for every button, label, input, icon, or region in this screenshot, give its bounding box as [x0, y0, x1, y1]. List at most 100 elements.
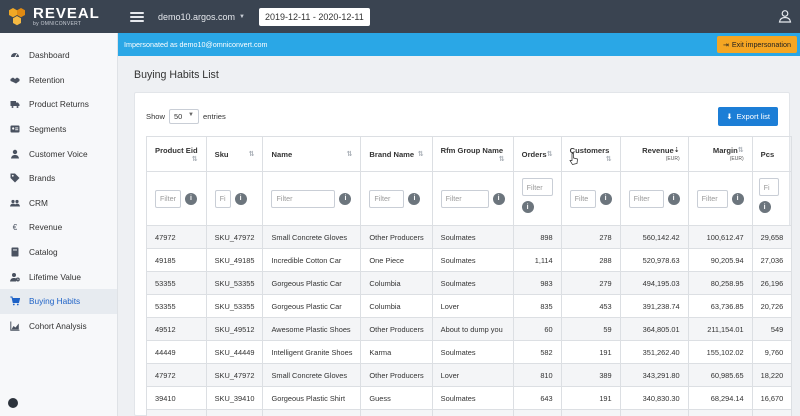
table-cell: 53355 — [146, 271, 207, 295]
sort-icon: ⇅ — [191, 155, 198, 163]
sidebar-item-product-returns[interactable]: Product Returns — [0, 92, 117, 117]
table-cell: 343,291.80 — [619, 363, 689, 387]
top-bar: REVEAL by OMNICONVERT demo10.argos.com ▼… — [0, 0, 800, 33]
column-header-brand-name[interactable]: Brand Name ⇅ — [360, 136, 433, 172]
sidebar-item-retention[interactable]: Retention — [0, 68, 117, 93]
sort-icon: ⇅ — [346, 150, 353, 158]
book-icon — [10, 247, 20, 257]
table-cell: Small Concrete Gloves — [262, 363, 362, 387]
info-icon[interactable]: i — [667, 192, 680, 205]
table-cell: 29,658 — [751, 225, 793, 249]
filter-cell: i — [431, 171, 514, 226]
column-header-pcs[interactable]: Pcs — [751, 136, 793, 172]
column-header-product-eid[interactable]: Product Eid ⇅ — [146, 136, 207, 172]
sort-desc-icon: ⇣ — [673, 147, 680, 154]
table-row[interactable]: 49512 SKU_49512 Awesome Plastic Shoes Other… — [146, 317, 793, 341]
info-icon[interactable]: i — [234, 192, 247, 205]
info-icon[interactable]: i — [758, 201, 771, 213]
chevron-down-icon: ▼ — [188, 112, 194, 118]
info-icon[interactable]: i — [492, 192, 505, 205]
info-icon[interactable]: i — [185, 192, 197, 205]
export-list-button[interactable]: ⬇ Export list — [718, 107, 778, 126]
table-cell: Small Concrete Gloves — [262, 225, 362, 249]
table-row[interactable]: 39410 SKU_39410 Gorgeous Plastic Shirt Gues… — [146, 386, 793, 410]
table-cell: Intelligent Granite Shoes — [262, 340, 362, 364]
buying-habits-card: Show 50 ▼ entries ⬇ Export list Product … — [134, 92, 793, 416]
filter-input-sku[interactable] — [214, 189, 231, 208]
table-row[interactable]: 44449 SKU_44449 Intelligent Granite Shoes K… — [146, 340, 793, 364]
table-cell: Soulmates — [431, 340, 514, 364]
filter-input-rfm-group[interactable] — [440, 189, 489, 208]
column-header-name[interactable]: Name ⇅ — [262, 136, 362, 172]
hexagon-logo-icon — [6, 6, 28, 28]
table-cell: Gorgeous Plastic Shirt — [262, 386, 362, 410]
table-cell: 155,102.02 — [687, 340, 753, 364]
column-header-orders[interactable]: Orders ⇅ — [512, 136, 562, 172]
sidebar-item-label: Product Returns — [29, 99, 89, 110]
entries-select[interactable]: 50 ▼ — [169, 109, 199, 124]
sidebar-item-dashboard[interactable]: Dashboard — [0, 43, 117, 68]
table-row[interactable]: 49185SKU_49185Incredible Cotton CarOne P… — [146, 248, 793, 272]
table-cell: 49512 — [146, 317, 207, 341]
table-cell: 68,294.14 — [687, 386, 753, 410]
info-icon[interactable]: i — [339, 192, 352, 205]
filter-cell: i — [205, 171, 264, 226]
column-label: Pcs — [760, 149, 775, 159]
sidebar-item-crm[interactable]: CRM — [0, 191, 117, 216]
exit-impersonation-button[interactable]: ⇥ Exit impersonation — [717, 36, 797, 53]
column-label: Sku — [214, 149, 229, 159]
table-cell: 59 — [560, 317, 621, 341]
filter-input-customers[interactable] — [569, 189, 596, 208]
filter-input-product-eid[interactable] — [155, 189, 181, 208]
sidebar-item-cohort-analysis[interactable]: Cohort Analysis — [0, 314, 117, 339]
date-range-picker[interactable]: 2019-12-11 - 2020-12-11 — [259, 7, 370, 26]
impersonation-banner: Impersonated as demo10@omniconvert.com ⇥… — [118, 33, 800, 56]
table-cell: Incredible Cotton Car — [262, 248, 362, 272]
column-unit: (EUR) — [729, 156, 744, 162]
filter-input-margin[interactable] — [696, 189, 728, 208]
site-selector[interactable]: demo10.argos.com ▼ — [158, 12, 245, 22]
sidebar-item-segments[interactable]: Segments — [0, 117, 117, 142]
entries-value: 50 — [174, 112, 183, 121]
column-header-revenue[interactable]: Revenue ⇣ (EUR) — [619, 136, 689, 172]
info-icon[interactable]: i — [408, 192, 421, 205]
table-row[interactable]: 53355 SKU_53355 Gorgeous Plastic Car Columb… — [146, 271, 793, 295]
help-chat-icon[interactable] — [8, 398, 18, 408]
sidebar-item-customer-voice[interactable]: Customer Voice — [0, 141, 117, 166]
id-card-icon — [10, 124, 20, 134]
table-cell: One Piece — [360, 248, 433, 272]
handshake-icon — [10, 75, 20, 85]
info-icon[interactable]: i — [521, 201, 534, 213]
table-row[interactable]: 47972 SKU_47972 Small Concrete Gloves Other… — [146, 225, 793, 249]
sidebar-item-lifetime-value[interactable]: Lifetime Value — [0, 264, 117, 289]
column-header-sku[interactable]: Sku ⇅ — [205, 136, 264, 172]
user-account-icon[interactable] — [778, 9, 792, 23]
filter-input-name[interactable] — [271, 189, 336, 208]
info-icon[interactable]: i — [599, 192, 612, 205]
sidebar-item-buying-habits[interactable]: Buying Habits — [0, 288, 117, 314]
column-header-rfm-group-name[interactable]: Rfm Group Name ⇅ — [431, 136, 514, 172]
filter-input-revenue[interactable] — [628, 189, 664, 208]
sidebar-item-label: Dashboard — [29, 50, 70, 61]
column-label: Margin — [712, 146, 738, 155]
info-icon[interactable]: i — [731, 192, 744, 205]
sidebar-item-brands[interactable]: Brands — [0, 166, 117, 191]
table-cell: 27,036 — [751, 248, 793, 272]
filter-cell: i — [360, 171, 433, 226]
filter-input-pcs[interactable] — [758, 178, 779, 196]
sidebar-item-revenue[interactable]: € Revenue — [0, 215, 117, 240]
filter-input-brand-name[interactable] — [369, 189, 405, 208]
table-cell: 100,612.47 — [687, 225, 753, 249]
table-row[interactable]: 47972 SKU_47972 Small Concrete Gloves Other… — [146, 363, 793, 387]
table-cell: 898 — [512, 225, 562, 249]
table-cell: 520,978.63 — [619, 248, 689, 272]
table-row[interactable]: 49185SKU_49185Incredible Cotton CarOne P… — [146, 409, 793, 416]
table-row[interactable]: 53355 SKU_53355 Gorgeous Plastic Car Columb… — [146, 294, 793, 318]
table-cell: 351,262.40 — [619, 340, 689, 364]
sidebar-item-catalog[interactable]: Catalog — [0, 240, 117, 265]
column-header-margin[interactable]: Margin ⇅ (EUR) — [687, 136, 753, 172]
menu-toggle-icon[interactable] — [130, 11, 144, 22]
app-logo[interactable]: REVEAL by OMNICONVERT — [0, 0, 120, 33]
column-header-customers[interactable]: Customers ⇅ — [560, 136, 621, 172]
filter-input-orders[interactable] — [521, 178, 553, 196]
